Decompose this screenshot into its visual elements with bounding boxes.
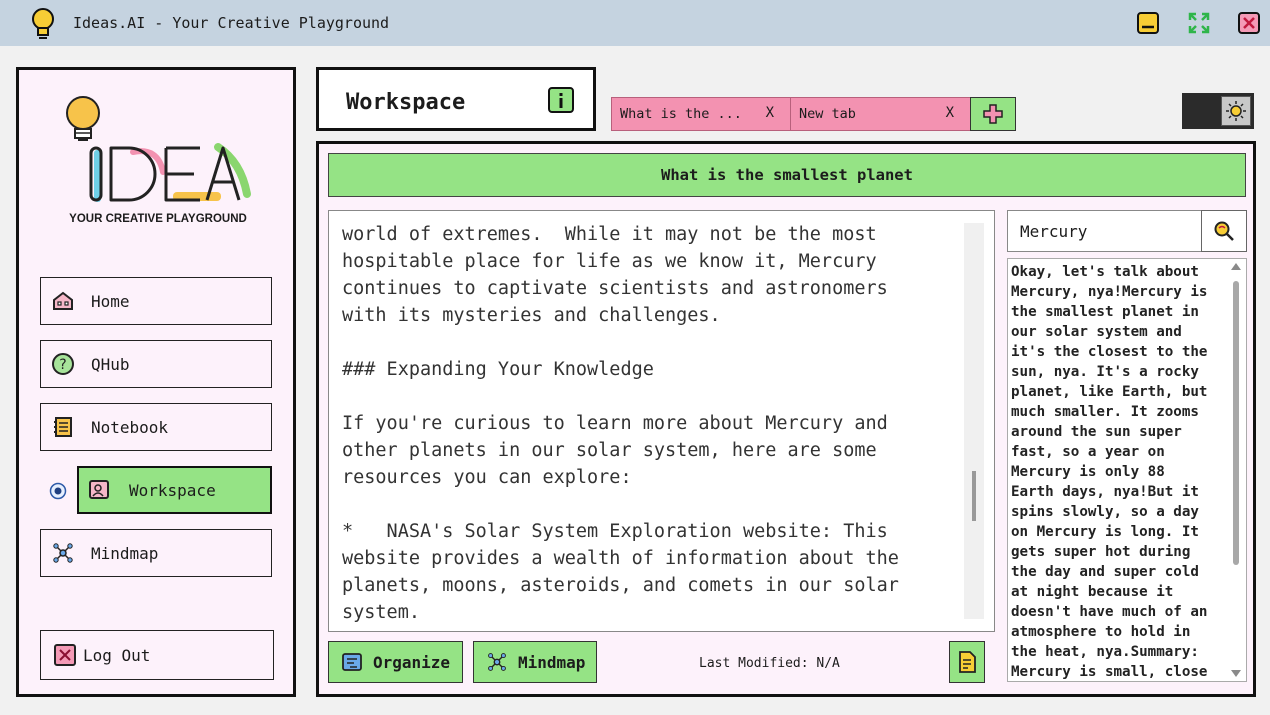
logout-icon [53,643,77,667]
tab-label: What is the ... [620,106,742,122]
theme-toggle[interactable] [1182,93,1254,129]
tab-label: New tab [799,106,856,122]
add-tab-button[interactable] [970,97,1016,131]
sidebar-item-label: Mindmap [91,543,159,563]
active-indicator-icon [49,482,67,500]
sidebar-item-label: Notebook [91,417,169,437]
page-title: Workspace [346,90,466,115]
minimize-icon[interactable] [1136,11,1160,35]
app-title: Ideas.AI - Your Creative Playground [73,14,390,32]
notes-editor[interactable]: world of extremes. While it may not be t… [328,210,995,632]
sidebar-item-label: QHub [91,354,130,374]
maximize-icon[interactable] [1187,11,1211,35]
sun-icon [1226,101,1246,121]
question-icon: ? [51,352,75,376]
plus-icon [983,104,1003,124]
logout-button[interactable]: Log Out [40,630,274,680]
organize-icon [342,653,362,671]
export-document-button[interactable] [949,641,985,683]
document-icon [959,651,976,673]
editor-scrollbar[interactable] [964,223,984,619]
search-icon [1214,221,1234,241]
notebook-icon [51,415,75,439]
svg-text:?: ? [59,357,66,373]
organize-button[interactable]: Organize [328,641,463,683]
sidebar-item-workspace[interactable]: Workspace [77,466,272,514]
info-icon[interactable] [547,86,575,114]
workspace-header: Workspace [316,67,596,131]
answer-scrollbar[interactable] [1230,263,1242,677]
scroll-down-arrow-icon[interactable] [1231,670,1241,677]
workspace-panel: What is the smallest planet world of ext… [316,141,1256,697]
ai-answer-text: Okay, let's talk about Mercury, nya!Merc… [1011,264,1208,680]
mindmap-icon [488,653,506,671]
side-search-input[interactable]: Mercury [1020,222,1087,241]
workspace-icon [87,478,111,502]
answer-scroll-thumb[interactable] [1233,281,1239,565]
mindmap-icon [51,541,75,565]
scroll-up-arrow-icon[interactable] [1231,263,1241,270]
organize-label: Organize [373,652,451,672]
close-icon[interactable] [1237,11,1261,35]
side-search-box[interactable]: Mercury [1007,210,1247,252]
tab-new-tab[interactable]: New tab X [790,97,971,131]
logo: YOUR CREATIVE PLAYGROUND [63,92,253,232]
sidebar-item-home[interactable]: Home [40,277,272,325]
sidebar-item-label: Home [91,291,130,311]
sidebar-item-label: Workspace [129,480,216,500]
logout-label: Log Out [83,645,151,665]
tab-what-is-the[interactable]: What is the ... X [611,97,791,131]
side-search-button[interactable] [1201,210,1247,252]
logo-tagline: YOUR CREATIVE PLAYGROUND [69,213,247,225]
theme-toggle-knob[interactable] [1221,96,1251,126]
home-icon [51,289,75,313]
mindmap-button[interactable]: Mindmap [473,641,597,683]
ai-answer-panel[interactable]: Okay, let's talk about Mercury, nya!Merc… [1007,258,1247,682]
editor-content[interactable]: world of extremes. While it may not be t… [342,221,952,626]
sidebar-item-notebook[interactable]: Notebook [40,403,272,451]
sidebar: YOUR CREATIVE PLAYGROUND Home ? QHub Not… [16,67,296,697]
title-bar: Ideas.AI - Your Creative Playground [0,0,1270,46]
tab-close-button[interactable]: X [946,105,954,121]
tab-close-button[interactable]: X [766,105,774,121]
editor-scroll-thumb[interactable] [972,471,976,521]
mindmap-label: Mindmap [518,652,586,672]
question-title: What is the smallest planet [328,153,1246,197]
logo-graphic [66,96,251,202]
last-modified-status: Last Modified: N/A [699,656,840,671]
lightbulb-icon [32,8,54,39]
sidebar-item-mindmap[interactable]: Mindmap [40,529,272,577]
sidebar-item-qhub[interactable]: ? QHub [40,340,272,388]
